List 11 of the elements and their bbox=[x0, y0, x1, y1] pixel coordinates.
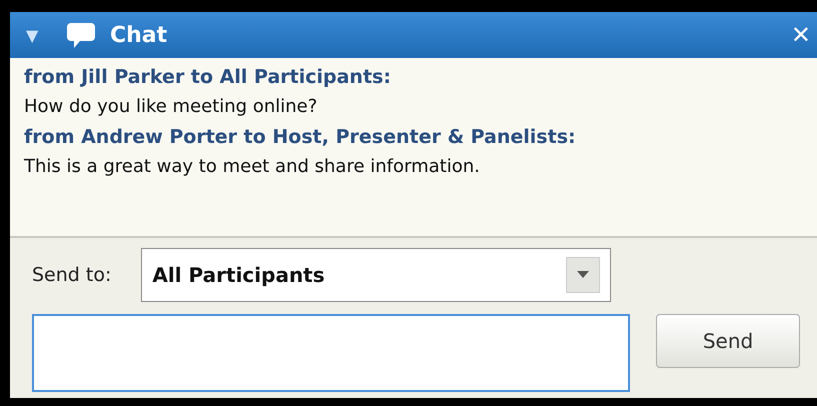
message-text: How do you like meeting online? bbox=[24, 95, 318, 119]
send-to-label: Send to: bbox=[32, 264, 112, 286]
message-input[interactable] bbox=[32, 314, 630, 392]
chat-bubble-icon bbox=[66, 21, 96, 49]
message-text: This is a great way to meet and share information. bbox=[24, 155, 481, 179]
close-button[interactable]: ✕ bbox=[790, 21, 811, 49]
message-header: from Jill Parker to All Participants: bbox=[24, 65, 392, 90]
send-button[interactable]: Send bbox=[656, 314, 800, 368]
window-title: Chat bbox=[110, 22, 168, 48]
recipient-dropdown[interactable]: All Participants bbox=[141, 248, 612, 302]
message-header: from Andrew Porter to Host, Presenter & Panelists: bbox=[24, 125, 577, 150]
